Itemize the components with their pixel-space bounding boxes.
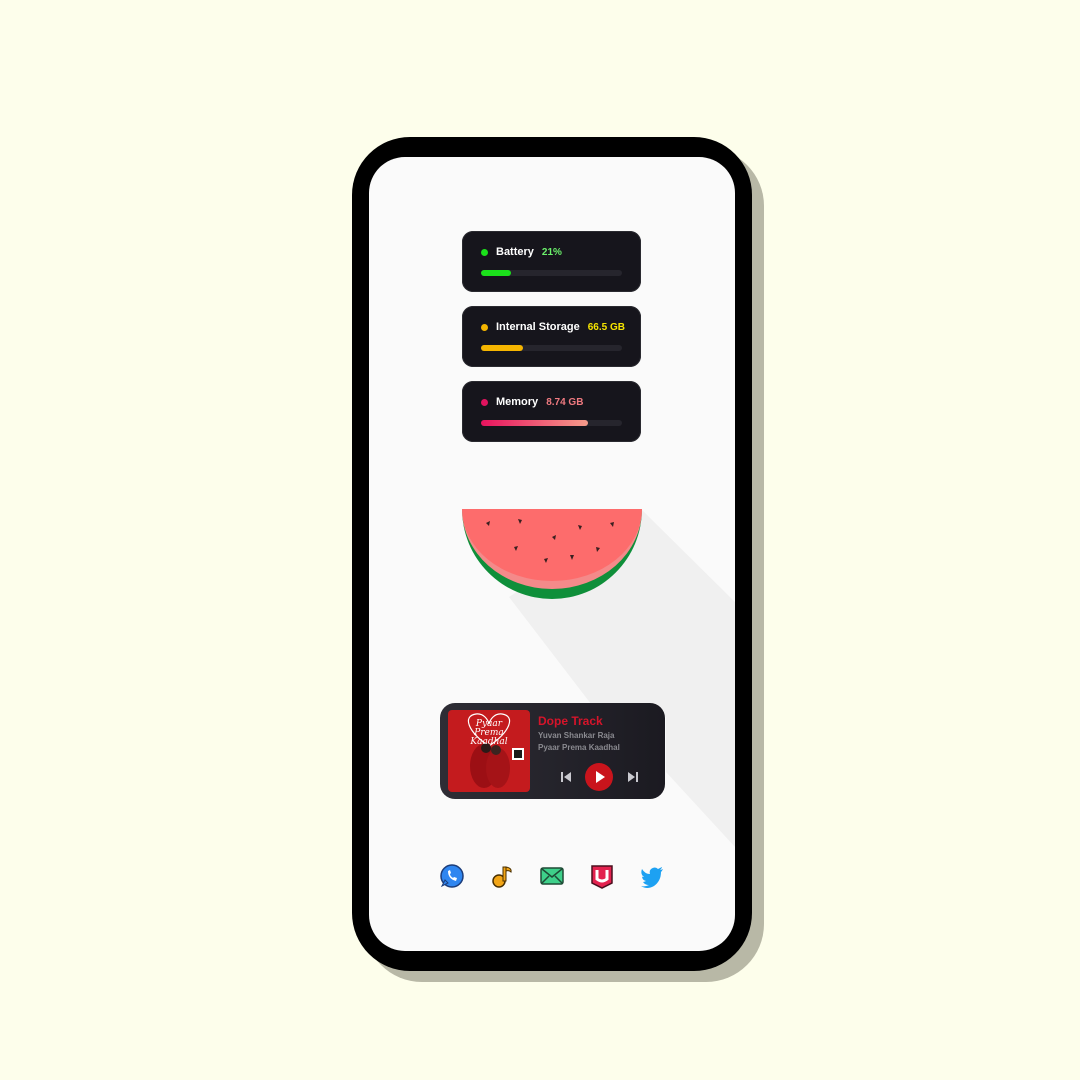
memory-widget[interactable]: Memory 8.74 GB bbox=[462, 381, 641, 442]
watermelon-widget[interactable] bbox=[462, 509, 642, 601]
battery-bar-fill bbox=[481, 270, 511, 276]
music-player-widget[interactable]: Pyaar Prema Kaadhal Dope Track Yuvan Sha… bbox=[440, 703, 665, 799]
music-app-icon[interactable] bbox=[489, 863, 515, 889]
track-title: Dope Track bbox=[538, 714, 603, 728]
battery-widget[interactable]: Battery 21% bbox=[462, 231, 641, 292]
previous-track-icon[interactable] bbox=[560, 771, 572, 786]
track-album: Pyaar Prema Kaadhal bbox=[538, 743, 620, 752]
battery-label: Battery bbox=[496, 246, 534, 258]
memory-bar bbox=[481, 420, 622, 426]
track-artist: Yuvan Shankar Raja bbox=[538, 731, 615, 740]
phone-frame: Battery 21% Internal Storage 66.5 GB Mem… bbox=[352, 137, 752, 971]
phone-app-icon[interactable] bbox=[439, 863, 465, 889]
memory-dot bbox=[481, 398, 488, 406]
storage-label: Internal Storage bbox=[496, 321, 580, 333]
memory-label: Memory bbox=[496, 396, 539, 408]
storage-bar-fill bbox=[481, 345, 524, 351]
twitter-icon[interactable] bbox=[639, 863, 665, 889]
memory-bar-fill bbox=[481, 420, 589, 426]
battery-dot bbox=[481, 248, 488, 256]
next-track-icon[interactable] bbox=[627, 771, 639, 786]
memory-value: 8.74 GB bbox=[546, 396, 584, 408]
battery-value: 21% bbox=[541, 246, 562, 258]
storage-widget[interactable]: Internal Storage 66.5 GB bbox=[462, 306, 641, 367]
u-app-icon[interactable] bbox=[589, 863, 615, 889]
play-button[interactable] bbox=[585, 763, 613, 791]
storage-dot bbox=[481, 323, 488, 331]
storage-bar bbox=[481, 345, 622, 351]
home-screen: Battery 21% Internal Storage 66.5 GB Mem… bbox=[369, 157, 735, 951]
album-art-title: Pyaar Prema Kaadhal bbox=[470, 719, 508, 747]
battery-bar bbox=[481, 270, 622, 276]
storage-value: 66.5 GB bbox=[587, 321, 625, 333]
album-art[interactable]: Pyaar Prema Kaadhal bbox=[448, 710, 530, 792]
mail-app-icon[interactable] bbox=[539, 863, 565, 889]
